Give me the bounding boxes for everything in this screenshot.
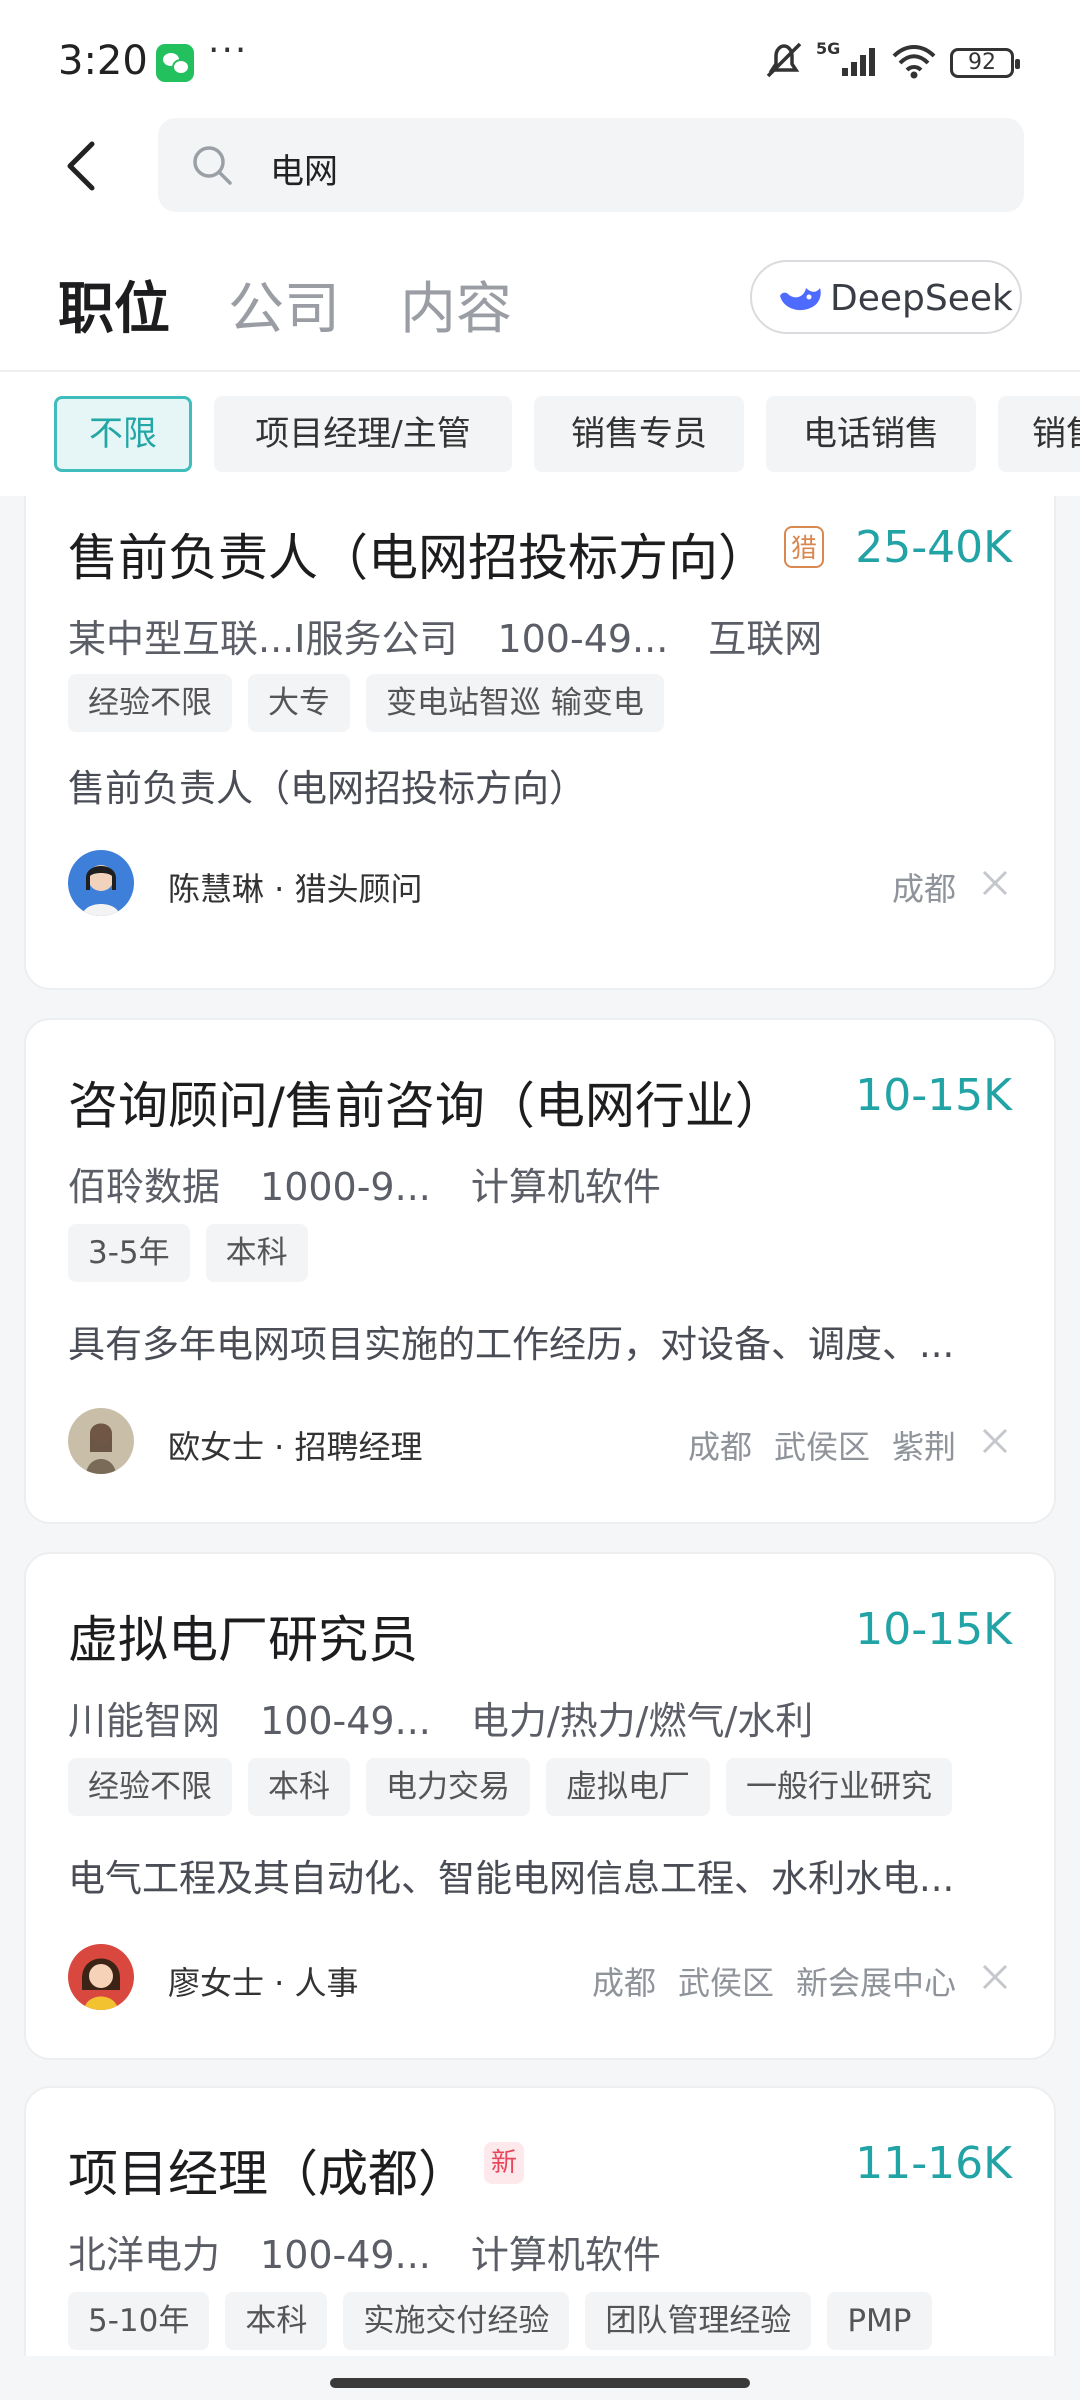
dismiss-icon[interactable] [978, 1960, 1012, 1994]
company-meta: 佰聆数据 1000-9... 计算机软件 [68, 1156, 701, 1211]
tab-positions[interactable]: 职位 [58, 264, 170, 345]
gesture-bar [0, 2356, 1080, 2400]
company-size: 100-49... [497, 617, 669, 661]
job-tag: 5-10年 [68, 2292, 210, 2350]
recruiter-name: 欧女士 · 招聘经理 [168, 1428, 423, 1466]
company-industry: 互联网 [708, 617, 823, 661]
search-input[interactable]: 电网 [158, 118, 1024, 212]
svg-text:5G: 5G [816, 40, 840, 58]
job-card[interactable]: 售前负责人（电网招投标方向） 猎 25-40K 某中型互联...I服务公司 100… [24, 496, 1056, 990]
job-title: 咨询顾问/售前咨询（电网行业） [68, 1077, 785, 1135]
status-bar: 3:20 ··· 5G 92 [0, 0, 1080, 110]
job-tags: 3-5年 本科 [68, 1224, 324, 1284]
status-time: 3:20 [58, 38, 148, 84]
job-list: 售前负责人（电网招投标方向） 猎 25-40K 某中型互联...I服务公司 100… [0, 496, 1080, 2356]
signal-5g-icon: 5G [816, 40, 875, 76]
recruiter-row: 陈慧琳 · 猎头顾问 成都 [68, 850, 1012, 920]
company-size: 100-49... [260, 2233, 431, 2277]
job-tag: 本科 [225, 2292, 328, 2350]
job-tag: 经验不限 [68, 1758, 232, 1816]
category-tabs: 职位 公司 内容 DeepSeek [0, 230, 1080, 372]
job-tag: PMP [827, 2292, 932, 2350]
avatar [68, 1408, 134, 1474]
company-meta: 北洋电力 100-49... 计算机软件 [68, 2224, 701, 2279]
job-tags: 5-10年 本科 实施交付经验 团队管理经验 PMP [68, 2292, 948, 2352]
job-tag: 变电站智巡 输变电 [366, 674, 664, 732]
job-description: 电气工程及其自动化、智能电网信息工程、水利水电... [68, 1857, 955, 1900]
dismiss-icon[interactable] [978, 1424, 1012, 1458]
job-tag: 本科 [205, 1224, 308, 1282]
battery-indicator: 92 [950, 48, 1020, 78]
filter-chip-telesales[interactable]: 电话销售 [766, 396, 976, 472]
home-indicator[interactable] [330, 2378, 750, 2388]
avatar [68, 850, 134, 916]
company-industry: 计算机软件 [470, 2233, 661, 2277]
job-tag: 实施交付经验 [343, 2292, 570, 2350]
job-tag: 3-5年 [68, 1224, 190, 1282]
dismiss-icon[interactable] [978, 866, 1012, 900]
job-title: 售前负责人（电网招投标方向） [68, 529, 768, 587]
company-name: 川能智网 [68, 1699, 221, 1743]
job-tag: 虚拟电厂 [546, 1758, 710, 1816]
filter-chip-project-manager[interactable]: 项目经理/主管 [214, 396, 512, 472]
job-tag: 团队管理经验 [585, 2292, 812, 2350]
job-tags: 经验不限 本科 电力交易 虚拟电厂 一般行业研究 [68, 1758, 968, 1818]
recruiter-row: 廖女士 · 人事 成都 武侯区 新会展中心 [68, 1944, 1012, 2014]
job-tag: 本科 [248, 1758, 350, 1816]
job-title: 虚拟电厂研究员 [68, 1611, 418, 1669]
job-location: 成都 武侯区 新会展中心 [591, 1964, 956, 2002]
company-meta: 某中型互联...I服务公司 100-49... 互联网 [68, 608, 862, 663]
job-salary: 10-15K [855, 1604, 1012, 1655]
filter-chips: 不限 项目经理/主管 销售专员 电话销售 销售 [0, 372, 1080, 496]
job-tag: 一般行业研究 [726, 1758, 952, 1816]
more-notifications-icon: ··· [208, 30, 249, 71]
job-location: 成都 武侯区 紫荆 [687, 1428, 956, 1466]
deepseek-whale-icon [780, 288, 821, 311]
job-title: 项目经理（成都） [68, 2145, 468, 2203]
job-card[interactable]: 虚拟电厂研究员 10-15K 川能智网 100-49... 电力/热力/燃气/水利 … [24, 1552, 1056, 2060]
job-description: 具有多年电网项目实施的工作经历，对设备、调度、... [68, 1323, 955, 1366]
company-name: 某中型互联...I服务公司 [68, 617, 458, 661]
recruiter-name: 陈慧琳 · 猎头顾问 [168, 870, 423, 908]
company-size: 100-49... [260, 1699, 431, 1743]
tab-companies[interactable]: 公司 [228, 264, 340, 345]
search-bar: 电网 [0, 110, 1080, 230]
recruiter-row: 欧女士 · 招聘经理 成都 武侯区 紫荆 [68, 1408, 1012, 1478]
mute-icon [766, 42, 802, 78]
job-salary: 25-40K [855, 522, 1012, 573]
filter-chip-all[interactable]: 不限 [54, 396, 192, 472]
avatar [68, 1944, 134, 2010]
company-industry: 电力/热力/燃气/水利 [470, 1699, 814, 1743]
company-name: 北洋电力 [68, 2233, 221, 2277]
job-location: 成都 [891, 870, 956, 908]
back-arrow-icon[interactable] [56, 136, 116, 196]
recruiter-name: 廖女士 · 人事 [168, 1964, 359, 2002]
search-query: 电网 [270, 152, 338, 192]
filter-chip-sales[interactable]: 销售专员 [534, 396, 744, 472]
job-tag: 大专 [248, 674, 350, 732]
headhunter-badge: 猎 [784, 526, 824, 568]
job-tag: 经验不限 [68, 674, 232, 732]
search-icon [193, 146, 232, 185]
job-tag: 电力交易 [366, 1758, 530, 1816]
filter-chip-sales-more[interactable]: 销售 [998, 396, 1080, 472]
job-card[interactable]: 项目经理（成都） 新 11-16K 北洋电力 100-49... 计算机软件 5-1… [24, 2086, 1056, 2356]
wifi-icon [892, 45, 936, 79]
company-industry: 计算机软件 [470, 1165, 661, 1209]
new-badge: 新 [484, 2142, 524, 2184]
job-card[interactable]: 咨询顾问/售前咨询（电网行业） 10-15K 佰聆数据 1000-9... 计算机软… [24, 1018, 1056, 1524]
job-salary: 10-15K [855, 1070, 1012, 1121]
deepseek-button[interactable]: DeepSeek [750, 260, 1022, 334]
deepseek-label: DeepSeek [830, 278, 1013, 319]
job-description: 售前负责人（电网招投标方向） [68, 767, 586, 810]
job-tags: 经验不限 大专 变电站智巡 输变电 [68, 674, 680, 734]
company-name: 佰聆数据 [68, 1165, 221, 1209]
wechat-notification-icon [156, 44, 194, 82]
company-size: 1000-9... [260, 1165, 431, 1209]
job-salary: 11-16K [855, 2138, 1012, 2189]
tab-content[interactable]: 内容 [400, 264, 512, 345]
company-meta: 川能智网 100-49... 电力/热力/燃气/水利 [68, 1690, 853, 1745]
